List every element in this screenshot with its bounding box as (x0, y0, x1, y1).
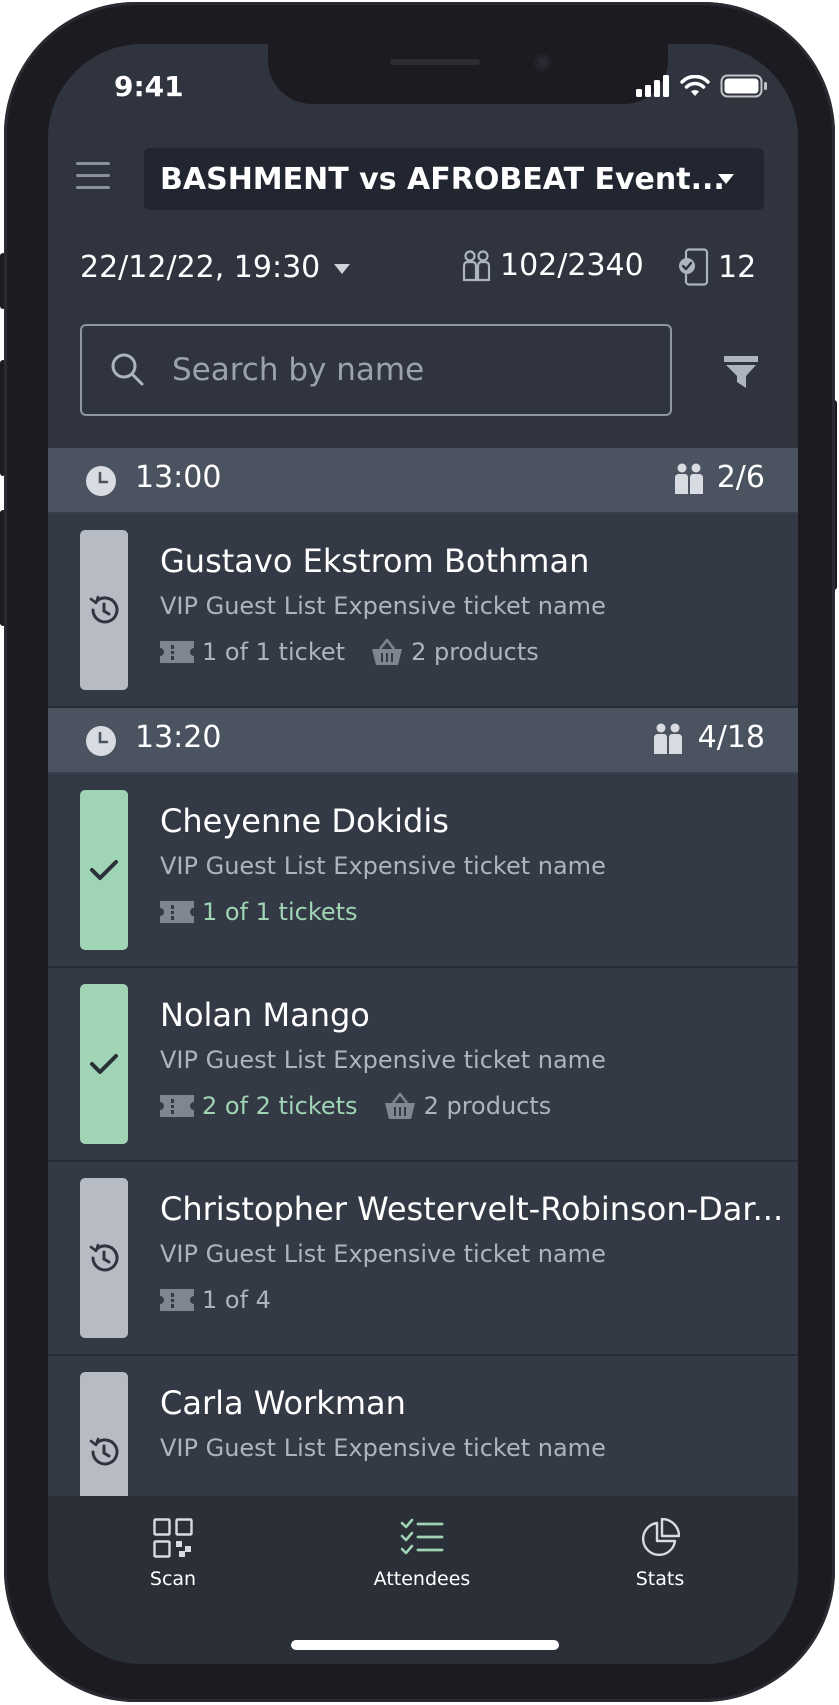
attendee-meta: 1 of 4 (160, 1286, 271, 1314)
ticket-count-text: 1 of 4 (202, 1286, 271, 1314)
time-slot-header: 13:20 4/18 (48, 708, 798, 774)
people-icon (654, 723, 682, 754)
chevron-down-icon (334, 263, 351, 274)
event-selector[interactable]: BASHMENT vs AFROBEAT Event... (144, 148, 764, 210)
pie-chart-icon (641, 1518, 680, 1557)
history-icon (89, 595, 119, 624)
ticket-icon (160, 641, 194, 663)
people-icon (675, 463, 703, 494)
attendee-meta: 1 of 1 tickets (160, 898, 358, 926)
tab-attendees[interactable]: Attendees (352, 1518, 492, 1590)
menu-line (76, 174, 110, 177)
menu-line (76, 186, 110, 189)
ticket-icon (160, 1289, 194, 1311)
filter-icon[interactable] (724, 354, 758, 390)
menu-button[interactable] (76, 162, 110, 192)
signal-icon (636, 75, 669, 97)
history-icon (89, 1437, 119, 1466)
tab-attendees-label: Attendees (373, 1568, 471, 1590)
product-count: 2 products (384, 1092, 552, 1120)
app-screen: 9:41 BASHMENT vs AFROBEAT Event... 22/12… (48, 44, 798, 1664)
tab-stats-label: Stats (635, 1568, 685, 1590)
attendee-name: Carla Workman (160, 1384, 406, 1422)
bottom-tab-bar: Scan Attendees Stats (48, 1496, 798, 1664)
time-slot-header: 13:00 2/6 (48, 448, 798, 514)
home-indicator[interactable] (291, 1640, 559, 1650)
status-checked-in (80, 790, 128, 950)
chevron-down-icon (718, 174, 734, 184)
ticket-type: VIP Guest List Expensive ticket name (160, 852, 606, 880)
time-slot-label: 13:00 (135, 460, 222, 495)
status-time: 9:41 (114, 70, 184, 103)
product-count-text: 2 products (423, 1092, 552, 1120)
ticket-count-text: 1 of 1 tickets (202, 898, 358, 926)
capacity-counter: 102/2340 (462, 248, 644, 283)
attendee-name: Christopher Westervelt-Robinson-Dar... (160, 1190, 784, 1228)
event-date: 22/12/22, 19:30 (80, 250, 321, 285)
tab-stats[interactable]: Stats (590, 1518, 730, 1590)
status-checked-in (80, 984, 128, 1144)
time-slot-label: 13:20 (135, 720, 222, 755)
attendee-name: Cheyenne Dokidis (160, 802, 449, 840)
search-input[interactable]: Search by name (80, 324, 672, 416)
ticket-icon (160, 1095, 194, 1117)
basket-icon (372, 638, 403, 665)
clock-icon (86, 466, 116, 496)
history-icon (89, 1243, 119, 1272)
ticket-count: 2 of 2 tickets (160, 1092, 358, 1120)
attendee-row[interactable]: Cheyenne Dokidis VIP Guest List Expensiv… (48, 774, 798, 968)
search-icon (111, 353, 144, 386)
attendee-row[interactable]: Nolan Mango VIP Guest List Expensive tic… (48, 968, 798, 1162)
top-bar: BASHMENT vs AFROBEAT Event... (48, 148, 798, 212)
device-check-icon (679, 248, 709, 286)
attendee-name: Gustavo Ekstrom Bothman (160, 542, 590, 580)
menu-line (76, 162, 110, 165)
phone-frame: 9:41 BASHMENT vs AFROBEAT Event... 22/12… (4, 2, 835, 1702)
search-placeholder: Search by name (172, 352, 425, 388)
tab-scan-label: Scan (149, 1568, 197, 1590)
ticket-count: 1 of 1 tickets (160, 898, 358, 926)
ticket-icon (160, 901, 194, 923)
ticket-count: 1 of 1 ticket (160, 638, 345, 666)
attendee-meta: 1 of 1 ticket 2 products (160, 638, 539, 666)
event-title: BASHMENT vs AFROBEAT Event... (160, 162, 725, 197)
ticket-type: VIP Guest List Expensive ticket name (160, 1046, 606, 1074)
devices-counter: 12 (678, 248, 756, 286)
checkmark-icon (90, 860, 118, 880)
event-info-row: 22/12/22, 19:30 102/2340 12 (48, 244, 798, 294)
notch (268, 44, 668, 104)
ticket-count-text: 2 of 2 tickets (202, 1092, 358, 1120)
attendee-row[interactable]: Christopher Westervelt-Robinson-Dar... V… (48, 1162, 798, 1356)
date-selector[interactable]: 22/12/22, 19:30 (80, 250, 351, 285)
qr-scan-icon (153, 1518, 193, 1558)
ticket-type: VIP Guest List Expensive ticket name (160, 592, 606, 620)
checkmark-icon (90, 1054, 118, 1074)
status-icons (636, 74, 768, 98)
capacity-value: 102/2340 (500, 248, 644, 283)
ticket-count-text: 1 of 1 ticket (202, 638, 346, 666)
clock-icon (86, 726, 116, 756)
time-slot-count: 4/18 (697, 720, 765, 755)
ticket-count: 1 of 4 (160, 1286, 271, 1314)
ticket-type: VIP Guest List Expensive ticket name (160, 1240, 606, 1268)
people-outline-icon (462, 249, 491, 281)
checklist-icon (400, 1518, 444, 1555)
attendee-meta: 2 of 2 tickets 2 products (160, 1092, 551, 1120)
battery-icon (720, 74, 767, 98)
product-count: 2 products (371, 638, 539, 666)
status-pending (80, 530, 128, 690)
status-pending (80, 1178, 128, 1338)
wifi-icon (680, 75, 710, 96)
front-camera (534, 54, 551, 71)
attendee-list: 13:00 2/6 Gustavo Ekstrom Bothman VIP Gu… (48, 448, 798, 1550)
attendee-name: Nolan Mango (160, 996, 370, 1034)
basket-icon (384, 1092, 415, 1119)
product-count-text: 2 products (411, 638, 539, 666)
ticket-type: VIP Guest List Expensive ticket name (160, 1434, 606, 1462)
tab-scan[interactable]: Scan (103, 1518, 243, 1590)
speaker (390, 59, 480, 65)
devices-value: 12 (718, 249, 757, 285)
time-slot-count: 2/6 (716, 460, 765, 495)
attendee-row[interactable]: Gustavo Ekstrom Bothman VIP Guest List E… (48, 514, 798, 708)
